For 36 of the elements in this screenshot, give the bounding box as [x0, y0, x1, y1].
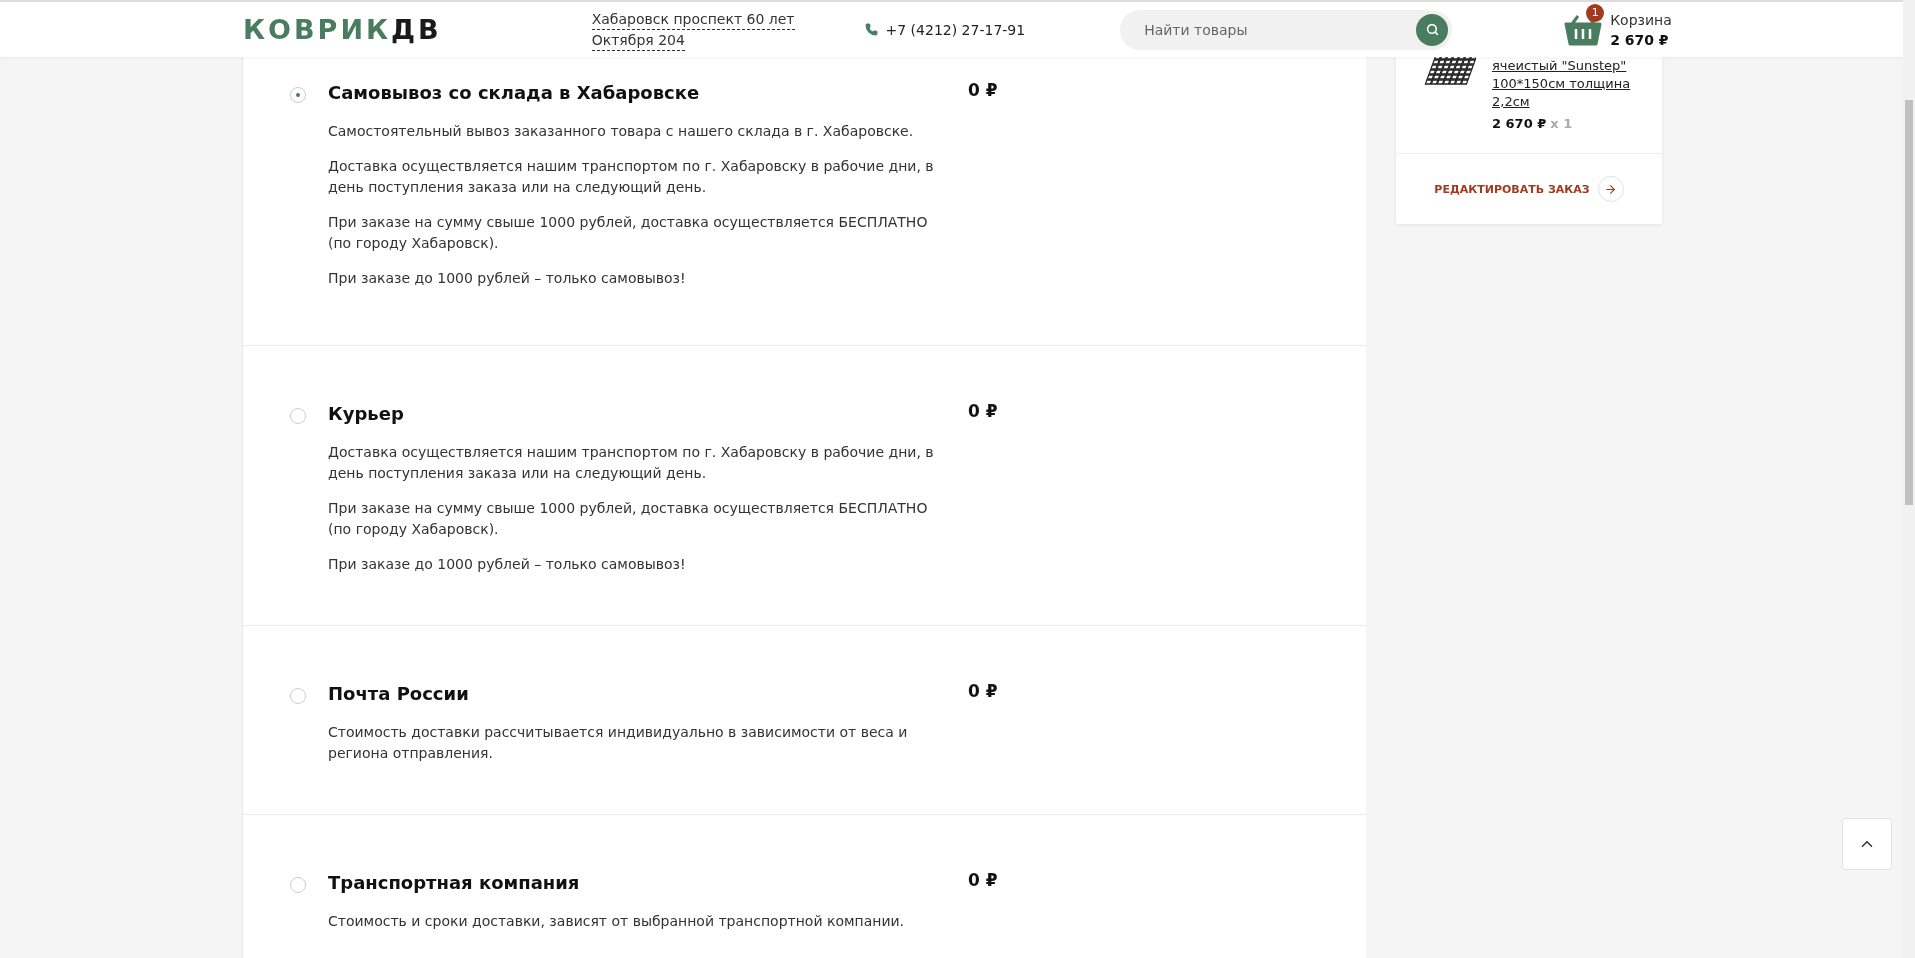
phone-number[interactable]: +7 (4212) 27-17-91	[885, 21, 1026, 38]
delivery-price: 0 ₽	[968, 680, 999, 701]
delivery-description: Стоимость и сроки доставки, зависят от выбранной транспортной компании.	[328, 912, 906, 931]
search-field[interactable]: Найти товары	[1120, 9, 1453, 50]
product-price: 2 670 ₽	[1492, 115, 1547, 133]
delivery-title: Почта России	[328, 683, 470, 704]
delivery-price: 0 ₽	[968, 400, 999, 421]
delivery-description: При заказе до 1000 рублей – только самовывоз!	[328, 269, 687, 288]
product-link[interactable]: 2,2см	[1492, 93, 1631, 111]
delivery-title: Курьер	[328, 403, 405, 424]
scroll-top-button[interactable]	[1842, 818, 1892, 870]
cart-total: 2 670 ₽	[1610, 30, 1670, 50]
delivery-description: При заказе на сумму свыше 1000 рублей, доставка осуществляется БЕСПЛАТНО (по городу Хабаровск).	[328, 499, 929, 539]
delivery-description: При заказе до 1000 рублей – только самовывоз!	[328, 555, 687, 574]
arrow-button[interactable]	[1597, 176, 1624, 202]
delivery-description: Доставка осуществляется нашим транспортом по г. Хабаровску в рабочие дни, в день поступления заказа или на следующий день.	[328, 443, 935, 483]
product-quantity: x 1	[1550, 115, 1573, 133]
arrow-right-icon	[1604, 182, 1618, 196]
cart-label[interactable]: Корзина	[1610, 9, 1672, 30]
delivery-title: Самовывоз со склада в Хабаровске	[328, 82, 701, 103]
address-link[interactable]: Октября 204	[591, 29, 685, 51]
delivery-description: Стоимость доставки рассчитывается индивидуально в зависимости от веса и региона отправления.	[328, 723, 909, 763]
delivery-price: 0 ₽	[968, 79, 999, 100]
delivery-description: Самостоятельный вывоз заказанного товара с нашего склада в г. Хабаровске.	[328, 122, 915, 141]
logo[interactable]: КОВРИКДВ	[243, 14, 442, 45]
delivery-price: 0 ₽	[968, 869, 999, 890]
delivery-title: Транспортная компания	[328, 872, 581, 893]
product-link[interactable]: 100*150см толщина	[1492, 75, 1631, 93]
address-link[interactable]: Хабаровск проспект 60 лет	[591, 8, 795, 30]
delivery-description: Доставка осуществляется нашим транспортом по г. Хабаровску в рабочие дни, в день поступления заказа или на следующий день.	[328, 157, 935, 197]
delivery-description: При заказе на сумму свыше 1000 рублей, доставка осуществляется БЕСПЛАТНО (по городу Хабаровск).	[328, 213, 929, 253]
product-link[interactable]: ячеистый "Sunstep"	[1492, 57, 1631, 75]
phone-icon	[864, 23, 878, 36]
search-icon	[1425, 23, 1439, 36]
edit-order-link[interactable]: РЕДАКТИРОВАТЬ ЗАКАЗ	[1434, 182, 1590, 196]
cart-count-badge: 1	[1586, 3, 1605, 22]
